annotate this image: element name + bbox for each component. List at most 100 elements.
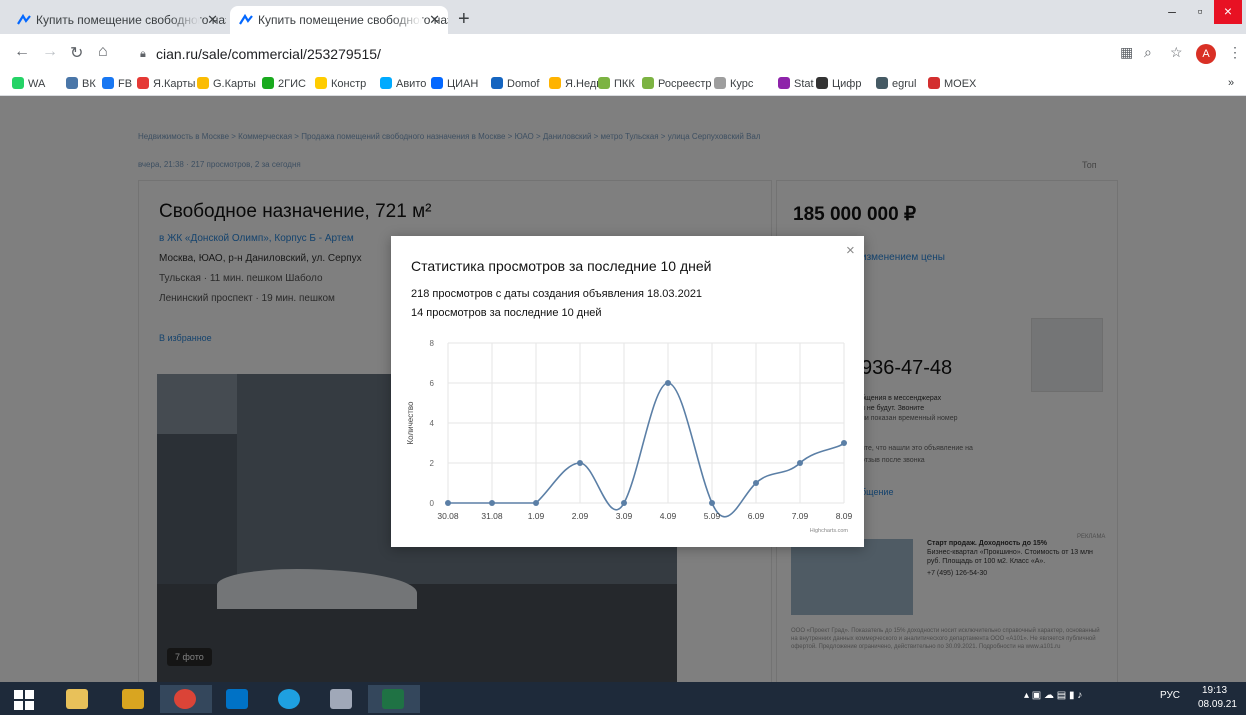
bookmark-6[interactable]: 2ГИС: [262, 77, 306, 90]
y-tick-label: 6: [430, 379, 435, 388]
bookmark-15[interactable]: Stat: [778, 77, 814, 90]
total-views-text: 218 просмотров с даты создания объявлени…: [411, 288, 703, 300]
home-icon[interactable]: ⌂: [98, 43, 108, 61]
minimize-button[interactable]: ‒: [1158, 0, 1186, 24]
forward-arrow-icon[interactable]: →: [42, 43, 58, 61]
paint-icon: [330, 689, 352, 709]
bookmark-icon: [549, 77, 561, 89]
bookmark-9[interactable]: ЦИАН: [431, 77, 478, 90]
tab-2[interactable]: Купить помещение свободного назначения ✕: [230, 6, 448, 34]
maximize-button[interactable]: ▫: [1186, 0, 1214, 24]
bookmark-icon: [12, 77, 24, 89]
taskbar-ie[interactable]: [264, 685, 316, 713]
recent-views-text: 14 просмотров за последние 10 дней: [411, 307, 602, 319]
start-button[interactable]: [0, 685, 52, 713]
data-point: [445, 500, 451, 506]
bookmark-18[interactable]: MOEX: [928, 77, 976, 90]
taskbar-explorer[interactable]: [52, 685, 104, 713]
reload-icon[interactable]: ↻: [70, 43, 83, 63]
bookmark-icon: [315, 77, 327, 89]
bookmarks-bar: WA ВК FB Я.Карты G.Карты 2ГИС Констр Авито ЦИАН D…: [0, 72, 1246, 96]
bookmark-5[interactable]: G.Карты: [197, 77, 256, 90]
tab-2-fade: [392, 6, 422, 34]
close-window-button[interactable]: ×: [1214, 0, 1242, 24]
bookmark-10[interactable]: Domof: [491, 77, 539, 90]
tray-icons[interactable]: ▴ ▣ ☁ ▤ ▮ ♪: [1024, 690, 1082, 701]
bookmark-17[interactable]: egrul: [876, 77, 916, 90]
bookmark-label: WA: [28, 78, 46, 90]
tab-1[interactable]: Купить помещение свободного назначения ✕: [8, 6, 226, 34]
bookmark-1[interactable]: WA: [12, 77, 45, 90]
address-bar[interactable]: 🔒︎ cian.ru/sale/commercial/253279515/: [132, 40, 1102, 68]
tab-1-close-icon[interactable]: ✕: [207, 6, 218, 34]
modal-title: Статистика просмотров за последние 10 дн…: [411, 258, 712, 274]
y-axis-title: Количество: [406, 401, 415, 445]
bookmark-icon: [491, 77, 503, 89]
bookmark-icon: [928, 77, 940, 89]
bookmarks-more-icon[interactable]: »: [1228, 77, 1234, 89]
data-point: [665, 380, 671, 386]
x-tick-label: 3.09: [616, 511, 633, 521]
qr-code-icon[interactable]: ▦: [1120, 44, 1133, 61]
bookmark-label: Я.Недв: [565, 78, 603, 90]
taskbar-excel[interactable]: [368, 685, 420, 713]
zoom-icon[interactable]: ⌕: [1144, 44, 1152, 61]
bookmark-14[interactable]: Курс: [714, 77, 753, 90]
menu-icon[interactable]: ⋮: [1228, 44, 1242, 61]
bookmark-label: Авито: [396, 78, 427, 90]
views-chart: 0 2 4 6 8 Количество 30.08 31.08 1.09 2.09 3.09 4.0…: [406, 339, 853, 534]
bookmark-label: Stat: [794, 78, 814, 90]
x-tick-label: 4.09: [660, 511, 677, 521]
windows-logo-icon: [14, 690, 34, 710]
cian-logo-icon: [17, 13, 31, 25]
new-tab-button[interactable]: +: [458, 8, 470, 31]
bookmark-icon: [66, 77, 78, 89]
data-point: [621, 500, 627, 506]
bookmark-label: ЦИАН: [447, 78, 479, 90]
bookmark-label: FB: [118, 78, 133, 90]
language-indicator[interactable]: РУС: [1160, 690, 1180, 701]
bookmark-icon: [778, 77, 790, 89]
views-stats-modal: × Статистика просмотров за последние 10 …: [391, 236, 864, 547]
taskbar-outlook[interactable]: [212, 685, 264, 713]
bookmark-label: 2ГИС: [278, 78, 306, 90]
bookmark-11[interactable]: Я.Недв: [549, 77, 602, 90]
star-icon[interactable]: ☆: [1170, 44, 1183, 61]
x-tick-label: 1.09: [528, 511, 545, 521]
taskbar-app-chart[interactable]: [108, 685, 160, 713]
clock-date[interactable]: 08.09.21: [1198, 699, 1237, 710]
taskbar-paint[interactable]: [316, 685, 368, 713]
windows-taskbar: ▴ ▣ ☁ ▤ ▮ ♪ РУС 19:13 08.09.21: [0, 682, 1246, 715]
app-icon: [122, 689, 144, 709]
profile-avatar[interactable]: A: [1196, 44, 1216, 64]
bookmark-12[interactable]: ПКК: [598, 77, 635, 90]
back-arrow-icon[interactable]: ←: [14, 43, 30, 61]
outlook-icon: [226, 689, 248, 709]
bookmark-3[interactable]: FB: [102, 77, 132, 90]
taskbar-chrome[interactable]: [160, 685, 212, 713]
bookmark-2[interactable]: ВК: [66, 77, 96, 90]
bookmark-label: Я.Карты: [153, 78, 196, 90]
y-tick-label: 2: [430, 459, 435, 468]
modal-close-icon[interactable]: ×: [846, 242, 855, 259]
data-point: [797, 460, 803, 466]
bookmark-label: egrul: [892, 78, 917, 90]
bookmark-16[interactable]: Цифр: [816, 77, 861, 90]
bookmark-4[interactable]: Я.Карты: [137, 77, 195, 90]
bookmark-icon: [431, 77, 443, 89]
x-tick-label: 2.09: [572, 511, 589, 521]
bookmark-icon: [262, 77, 274, 89]
bookmark-7[interactable]: Констр: [315, 77, 366, 90]
clock-time[interactable]: 19:13: [1202, 685, 1227, 696]
chrome-icon: [174, 689, 196, 709]
data-point: [533, 500, 539, 506]
bookmark-13[interactable]: Росреестр: [642, 77, 711, 90]
bookmark-8[interactable]: Авито: [380, 77, 426, 90]
x-tick-label: 5.09: [704, 511, 721, 521]
x-tick-label: 30.08: [437, 511, 459, 521]
ie-icon: [278, 689, 300, 709]
tab-bar: Купить помещение свободного назначения ✕…: [0, 0, 1246, 34]
y-tick-label: 4: [430, 419, 435, 428]
tab-2-close-icon[interactable]: ✕: [429, 6, 440, 34]
bookmark-icon: [714, 77, 726, 89]
